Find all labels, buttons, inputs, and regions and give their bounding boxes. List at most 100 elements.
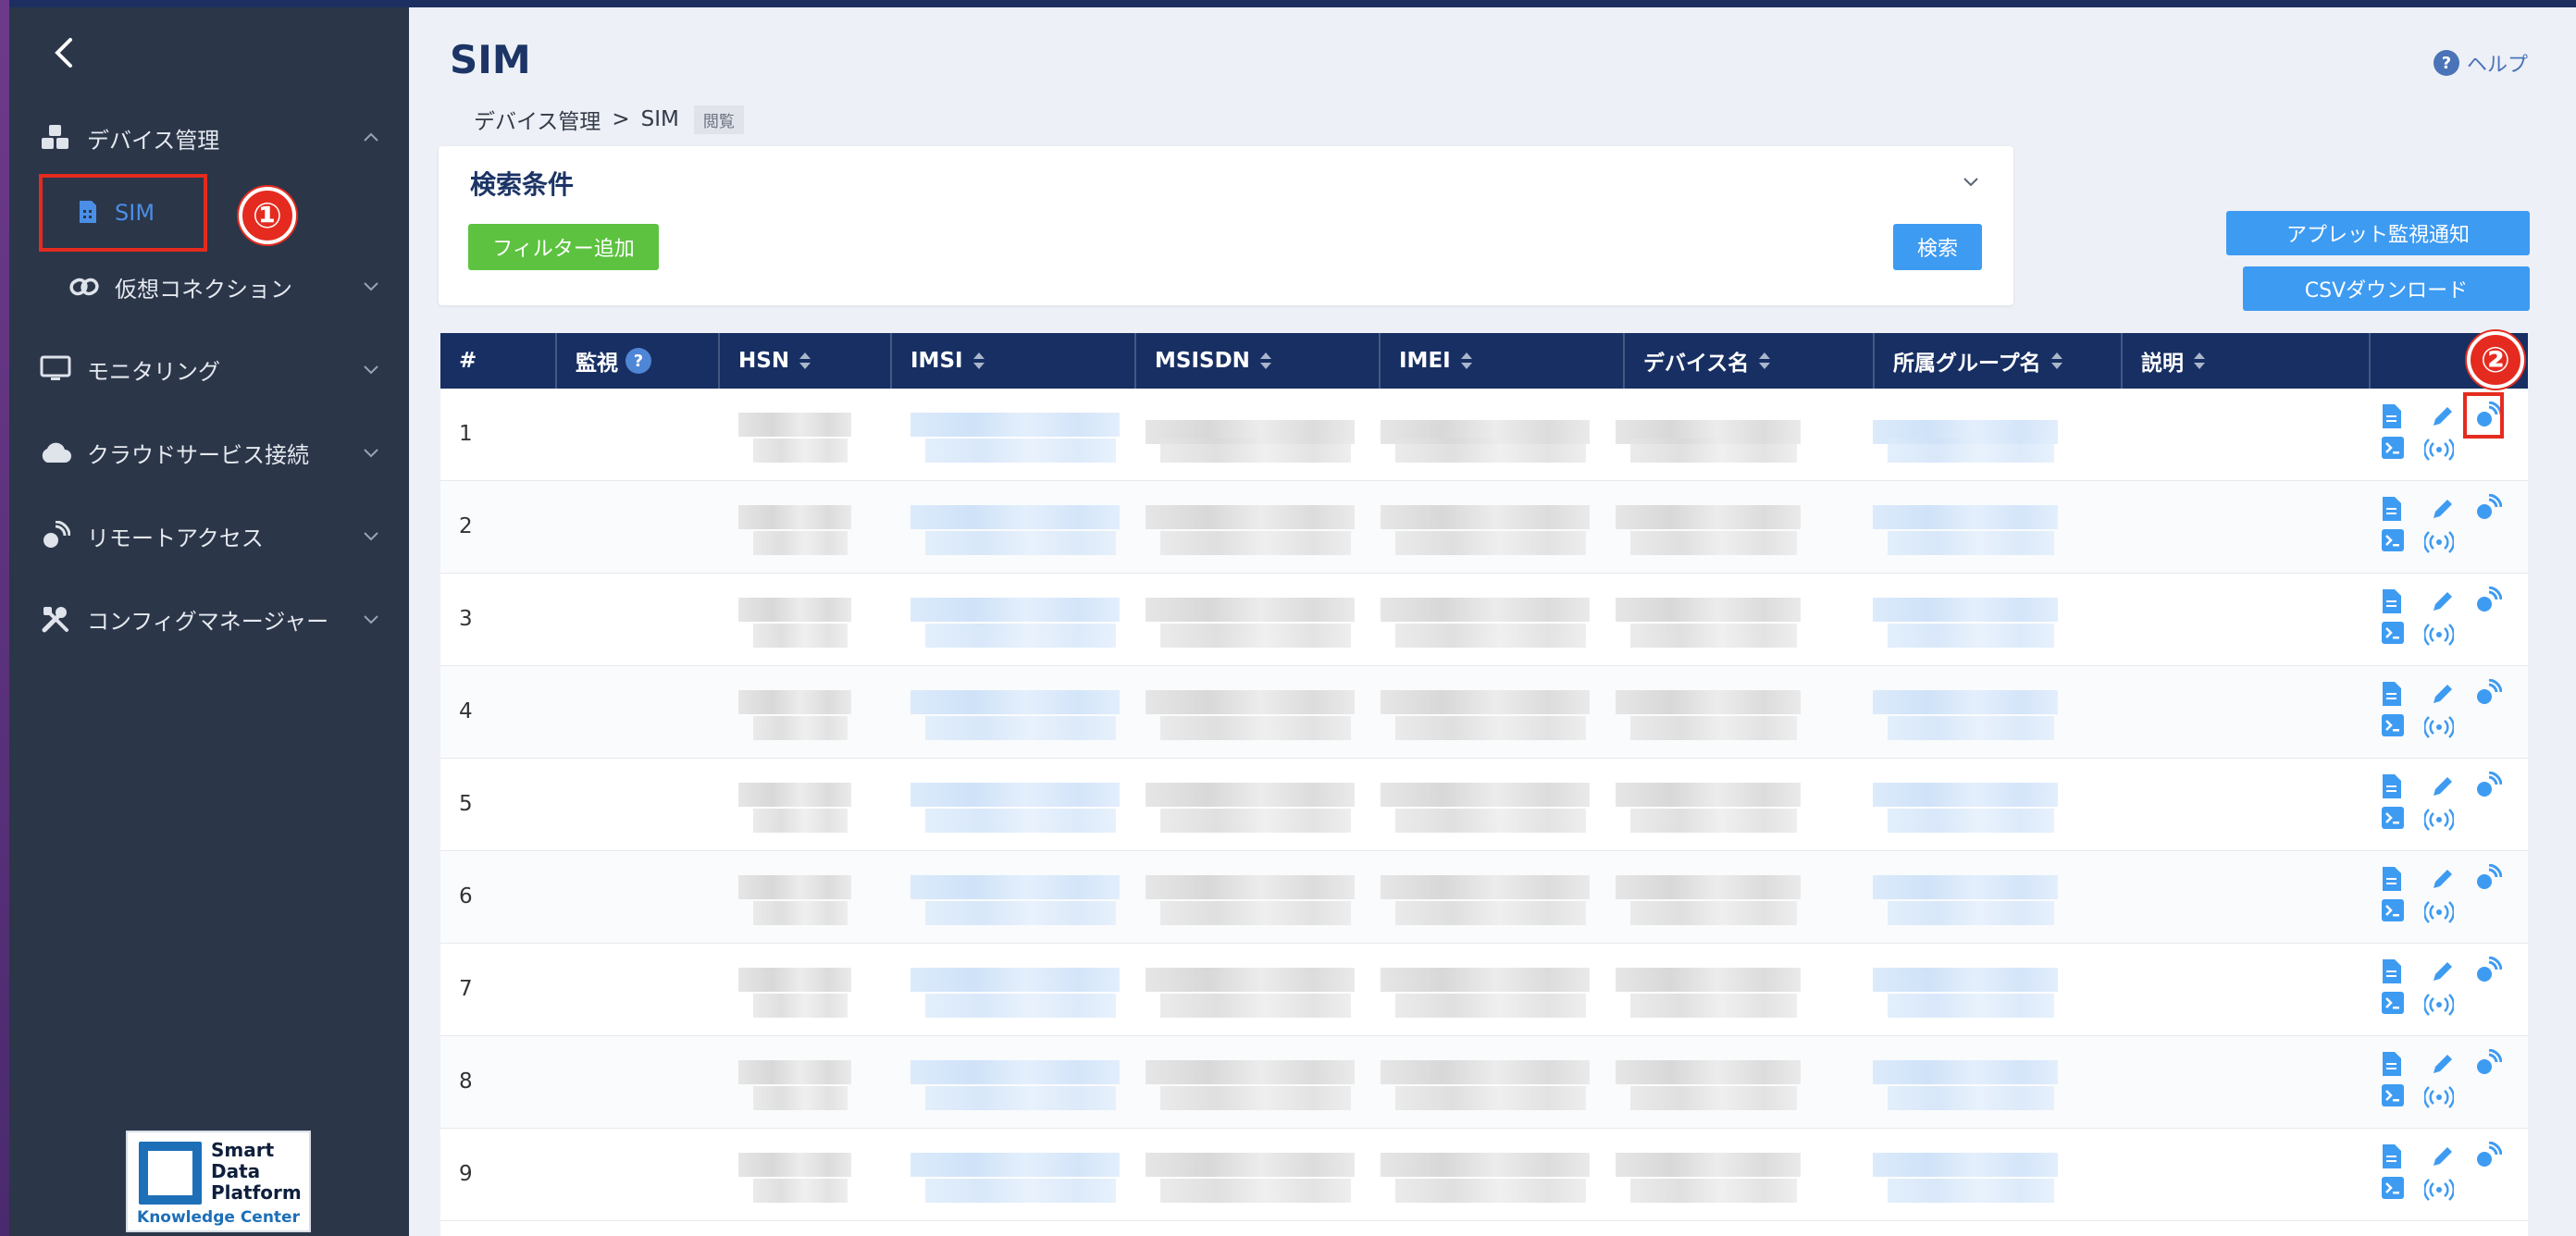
- terminal-icon[interactable]: [2382, 1084, 2408, 1112]
- document-icon[interactable]: [2382, 866, 2408, 894]
- knowledge-center-logo[interactable]: Smart Data Platform Knowledge Center: [126, 1131, 311, 1232]
- terminal-icon[interactable]: [2382, 1177, 2408, 1205]
- document-icon[interactable]: [2382, 1143, 2408, 1171]
- sidebar-item-sim[interactable]: SIM: [39, 174, 207, 252]
- broadcast-icon[interactable]: [2422, 901, 2456, 929]
- column-header-group-name[interactable]: 所属グループ名: [1875, 333, 2123, 389]
- redacted-cell: [1630, 439, 1797, 463]
- redacted-cell: [1888, 809, 2054, 833]
- sidebar-item-cloud-service[interactable]: クラウドサービス接続: [9, 420, 409, 485]
- satellite-icon[interactable]: [2474, 956, 2503, 984]
- redacted-cell: [925, 624, 1116, 648]
- cubes-icon: [39, 121, 72, 154]
- redacted-cell: [910, 783, 1120, 807]
- document-icon[interactable]: [2382, 958, 2408, 986]
- document-icon[interactable]: [2382, 773, 2408, 801]
- csv-download-button[interactable]: CSVダウンロード: [2243, 266, 2530, 311]
- page-title: SIM: [450, 37, 531, 82]
- redacted-cell: [1630, 994, 1797, 1018]
- satellite-icon[interactable]: [2474, 863, 2503, 892]
- table-row: 7: [440, 944, 2528, 1036]
- help-badge-icon[interactable]: ?: [625, 348, 651, 374]
- broadcast-icon[interactable]: [2422, 531, 2456, 559]
- redacted-cell: [1630, 809, 1797, 833]
- redacted-cell: [1395, 439, 1586, 463]
- satellite-icon[interactable]: [2474, 1048, 2503, 1077]
- redacted-cell: [753, 1086, 848, 1110]
- terminal-icon[interactable]: [2382, 529, 2408, 557]
- column-header-device-name[interactable]: デバイス名: [1625, 333, 1875, 389]
- edit-pencil-icon[interactable]: [2430, 496, 2456, 524]
- satellite-icon[interactable]: [2474, 1141, 2503, 1169]
- document-icon[interactable]: [2382, 496, 2408, 524]
- redacted-cell: [1381, 875, 1590, 899]
- monitor-icon: [39, 352, 72, 386]
- sidebar-item-virtual-connection[interactable]: 仮想コネクション: [9, 257, 409, 316]
- sidebar-item-label: デバイス管理: [87, 127, 220, 154]
- sim-table: # 監視? HSN IMSI MSISDN IMEI デバイス名 所属グループ名…: [440, 333, 2528, 1236]
- terminal-icon[interactable]: [2382, 807, 2408, 834]
- search-button[interactable]: 検索: [1893, 224, 1982, 270]
- terminal-icon[interactable]: [2382, 899, 2408, 927]
- edit-pencil-icon[interactable]: [2430, 588, 2456, 616]
- document-icon[interactable]: [2382, 1051, 2408, 1079]
- redacted-cell: [1395, 624, 1586, 648]
- applet-monitor-notify-button[interactable]: アプレット監視通知: [2226, 211, 2530, 255]
- redacted-cell: [753, 439, 848, 463]
- satellite-icon[interactable]: [2474, 678, 2503, 707]
- redacted-cell: [1873, 598, 2058, 622]
- edit-pencil-icon[interactable]: [2430, 1143, 2456, 1171]
- terminal-icon[interactable]: [2382, 992, 2408, 1020]
- sidebar-item-label: 仮想コネクション: [115, 276, 292, 303]
- edit-pencil-icon[interactable]: [2430, 866, 2456, 894]
- document-icon[interactable]: [2382, 681, 2408, 709]
- column-header-imei[interactable]: IMEI: [1381, 333, 1625, 389]
- top-bar: [0, 0, 2576, 7]
- broadcast-icon[interactable]: [2422, 439, 2456, 466]
- help-link[interactable]: ? ヘルプ: [2434, 48, 2528, 78]
- document-icon[interactable]: [2382, 403, 2408, 431]
- edit-pencil-icon[interactable]: [2430, 958, 2456, 986]
- broadcast-icon[interactable]: [2422, 1179, 2456, 1206]
- sidebar-item-device-management[interactable]: デバイス管理: [9, 105, 409, 170]
- edit-pencil-icon[interactable]: [2430, 403, 2456, 431]
- satellite-icon[interactable]: [2474, 771, 2503, 799]
- terminal-icon[interactable]: [2382, 622, 2408, 649]
- broadcast-icon[interactable]: [2422, 994, 2456, 1021]
- redacted-cell: [1630, 624, 1797, 648]
- add-filter-button[interactable]: フィルター追加: [468, 224, 659, 270]
- column-header-hsn[interactable]: HSN: [720, 333, 892, 389]
- edit-pencil-icon[interactable]: [2430, 773, 2456, 801]
- document-icon[interactable]: [2382, 588, 2408, 616]
- satellite-icon[interactable]: [2474, 493, 2503, 522]
- edit-pencil-icon[interactable]: [2430, 681, 2456, 709]
- sidebar-item-monitoring[interactable]: モニタリング: [9, 337, 409, 402]
- redacted-cell: [1873, 1060, 2058, 1084]
- terminal-icon[interactable]: [2382, 437, 2408, 464]
- chevron-down-icon: [364, 532, 378, 541]
- broadcast-icon[interactable]: [2422, 1086, 2456, 1114]
- annotation-marker-2: ②: [2467, 331, 2524, 389]
- table-row: 9: [440, 1129, 2528, 1221]
- edit-pencil-icon[interactable]: [2430, 1051, 2456, 1079]
- redacted-cell: [1160, 1179, 1351, 1203]
- sort-icon: [2050, 352, 2062, 369]
- redacted-cell: [1160, 994, 1351, 1018]
- broadcast-icon[interactable]: [2422, 809, 2456, 836]
- collapse-sidebar-button[interactable]: [41, 30, 87, 76]
- redacted-cell: [1888, 439, 2054, 463]
- broadcast-icon[interactable]: [2422, 716, 2456, 744]
- redacted-cell: [910, 968, 1120, 992]
- chevron-down-icon[interactable]: [1960, 170, 1982, 192]
- satellite-icon[interactable]: [2474, 586, 2503, 614]
- breadcrumb-parent[interactable]: デバイス管理: [474, 104, 601, 135]
- broadcast-icon[interactable]: [2422, 624, 2456, 651]
- terminal-icon[interactable]: [2382, 714, 2408, 742]
- sidebar-item-config-manager[interactable]: コンフィグマネージャー: [9, 587, 409, 651]
- sort-icon: [1259, 352, 1271, 369]
- sidebar-item-remote-access[interactable]: リモートアクセス: [9, 503, 409, 568]
- column-header-imsi[interactable]: IMSI: [892, 333, 1136, 389]
- column-header-msisdn[interactable]: MSISDN: [1136, 333, 1381, 389]
- column-header-description[interactable]: 説明: [2123, 333, 2371, 389]
- table-row: 5: [440, 759, 2528, 851]
